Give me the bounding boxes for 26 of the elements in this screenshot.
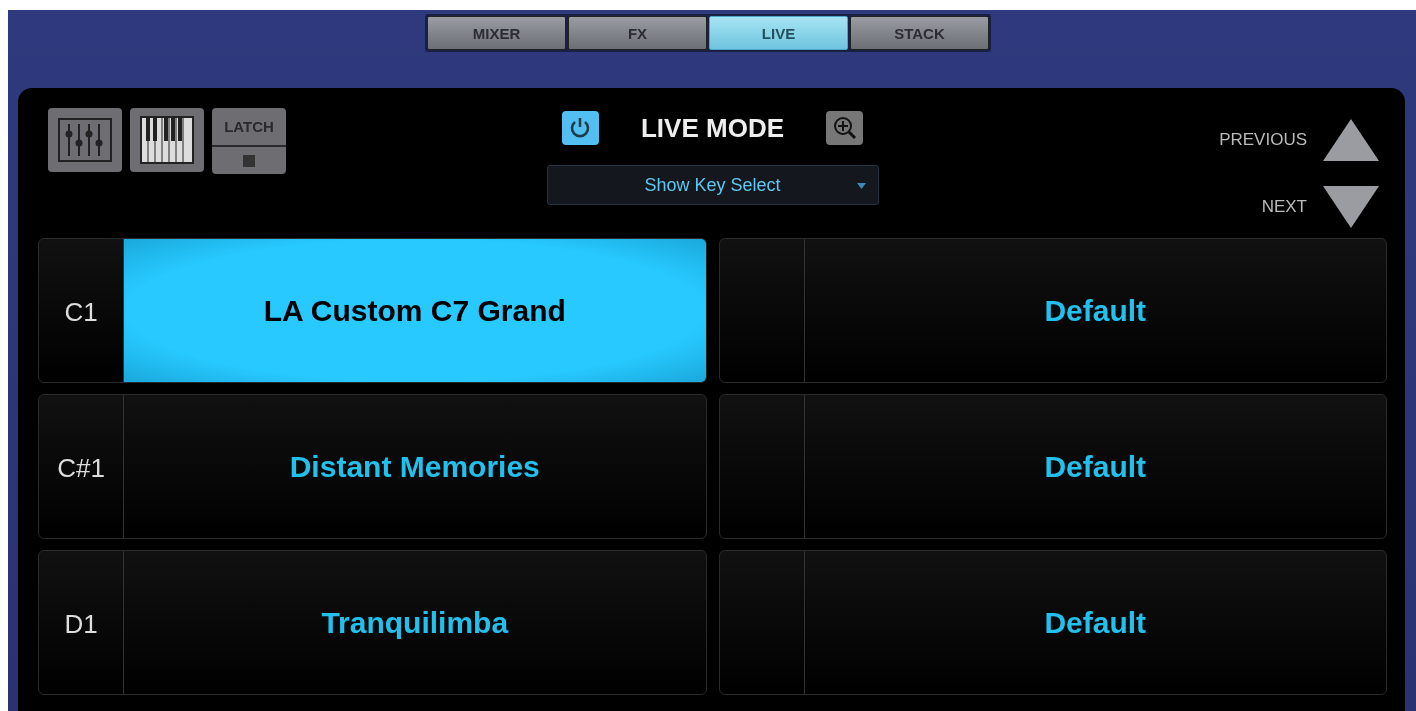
next-button[interactable]: [1321, 183, 1381, 230]
key-label: C#1: [57, 453, 105, 485]
previous-label: PREVIOUS: [1219, 129, 1307, 150]
tab[interactable]: FX: [568, 16, 707, 50]
key-label: D1: [64, 609, 98, 641]
live-mode-title: LIVE MODE: [641, 112, 784, 144]
sliders-icon: [57, 117, 113, 163]
sound-slot[interactable]: C#1 Distant Memories: [38, 394, 707, 539]
tab[interactable]: LIVE: [709, 16, 848, 50]
sound-name[interactable]: Tranquilimba: [124, 551, 706, 694]
key-label: C1: [64, 297, 98, 329]
keyboard-view-button[interactable]: [130, 108, 204, 172]
power-button[interactable]: [562, 111, 599, 145]
mixer-view-button[interactable]: [48, 108, 122, 172]
tab[interactable]: STACK: [850, 16, 989, 50]
zoom-button[interactable]: [826, 111, 863, 145]
piano-keys-icon: [139, 115, 195, 165]
next-label: NEXT: [1260, 196, 1307, 217]
tab[interactable]: MIXER: [427, 16, 566, 50]
key-select-dropdown[interactable]: Show Key Select: [546, 165, 879, 205]
sound-slot[interactable]: D1 Tranquilimba: [38, 550, 707, 695]
sound-name[interactable]: Distant Memories: [124, 395, 706, 538]
sound-slot[interactable]: C1 LA Custom C7 Grand: [38, 238, 707, 383]
zoom-in-icon: [831, 115, 858, 141]
sound-name[interactable]: LA Custom C7 Grand: [124, 239, 706, 382]
caret-icon: [856, 183, 866, 189]
